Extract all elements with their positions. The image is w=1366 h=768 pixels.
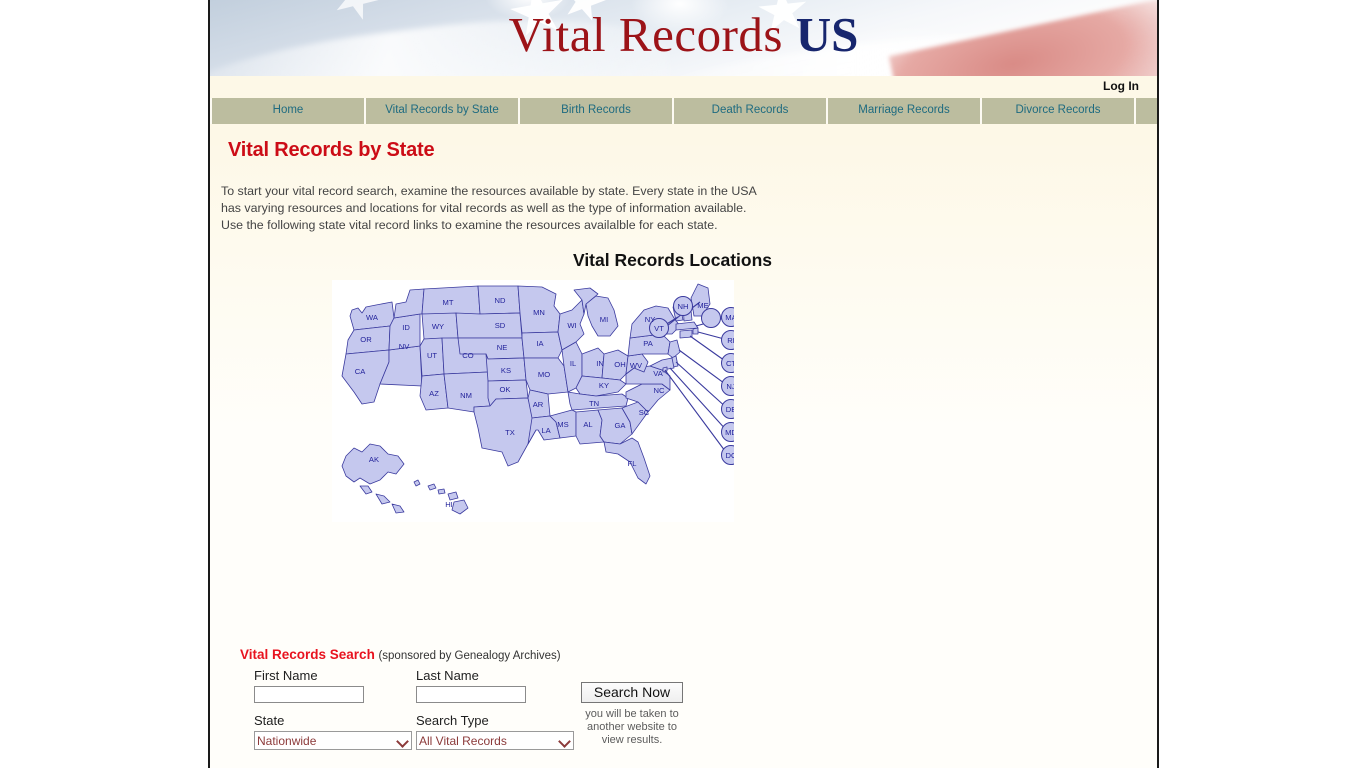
svg-text:IA: IA <box>536 339 544 348</box>
svg-text:DC: DC <box>726 451 734 460</box>
search-type-label: Search Type <box>416 713 489 728</box>
svg-text:MI: MI <box>600 315 608 324</box>
svg-text:FL: FL <box>628 459 637 468</box>
nav-item-birth-records[interactable]: Birth Records <box>520 98 674 124</box>
nav-item-marriage-records[interactable]: Marriage Records <box>828 98 982 124</box>
svg-text:PA: PA <box>643 339 654 348</box>
svg-text:KY: KY <box>599 381 609 390</box>
svg-text:NM: NM <box>460 391 472 400</box>
svg-text:NV: NV <box>399 342 410 351</box>
search-note-line-3: view results. <box>601 734 663 746</box>
search-now-button[interactable]: Search Now <box>581 682 683 703</box>
svg-text:MO: MO <box>538 370 550 379</box>
svg-text:WA: WA <box>366 313 379 322</box>
search-type-select-value: All Vital Records <box>419 733 507 748</box>
search-heading-row: Vital Records Search (sponsored by Genea… <box>240 647 670 662</box>
intro-line-2: has varying resources and locations for … <box>221 201 747 215</box>
svg-text:NH: NH <box>678 302 689 311</box>
nav-item-home[interactable]: Home <box>210 98 366 124</box>
svg-text:ME: ME <box>697 301 708 310</box>
svg-text:VT: VT <box>654 324 664 333</box>
svg-text:OH: OH <box>614 360 625 369</box>
svg-text:GA: GA <box>615 421 627 430</box>
svg-text:MT: MT <box>443 298 454 307</box>
chevron-down-icon <box>397 735 409 747</box>
search-type-select[interactable]: All Vital Records <box>416 731 574 750</box>
svg-text:LA: LA <box>541 426 551 435</box>
nav-item-death-records[interactable]: Death Records <box>674 98 828 124</box>
svg-text:TX: TX <box>505 428 515 437</box>
us-states-map[interactable]: WA OR ID MT ND MN WI MI NY ME VT NH MA R… <box>332 280 734 522</box>
login-bar: Log In <box>210 76 1157 98</box>
svg-text:WY: WY <box>432 322 444 331</box>
intro-line-3: Use the following state vital record lin… <box>221 218 718 232</box>
svg-text:OK: OK <box>500 385 511 394</box>
nav-item-divorce-records[interactable]: Divorce Records <box>982 98 1136 124</box>
search-note-line-2: another website to <box>587 721 677 733</box>
svg-text:ID: ID <box>402 323 410 332</box>
svg-text:SC: SC <box>639 408 650 417</box>
svg-text:CO: CO <box>462 351 473 360</box>
svg-text:MN: MN <box>533 308 545 317</box>
svg-text:ND: ND <box>495 296 506 305</box>
chevron-down-icon <box>559 735 571 747</box>
last-name-input[interactable] <box>416 686 526 703</box>
intro-line-1: To start your vital record search, exami… <box>221 184 757 198</box>
vital-records-search-widget: Vital Records Search (sponsored by Genea… <box>240 647 683 760</box>
svg-text:NJ: NJ <box>726 382 734 391</box>
nav-item-vital-records-by-state[interactable]: Vital Records by State <box>366 98 520 124</box>
svg-text:WI: WI <box>567 321 576 330</box>
site-logo[interactable]: Vital Records US <box>210 10 1157 59</box>
svg-text:AL: AL <box>583 420 592 429</box>
logo-suffix-text: US <box>795 7 859 62</box>
svg-text:MD: MD <box>725 428 734 437</box>
first-name-input[interactable] <box>254 686 364 703</box>
svg-text:TN: TN <box>589 399 599 408</box>
svg-text:CT: CT <box>726 359 734 368</box>
search-form: First Name Last Name State Nationwide Se… <box>240 668 683 760</box>
svg-text:AR: AR <box>533 400 544 409</box>
svg-text:AZ: AZ <box>429 389 439 398</box>
main-navigation: Home Vital Records by State Birth Record… <box>210 98 1157 124</box>
state-select-value: Nationwide <box>257 733 317 748</box>
search-note-line-1: you will be taken to <box>585 708 679 720</box>
svg-text:NE: NE <box>497 343 508 352</box>
svg-text:CA: CA <box>355 367 366 376</box>
svg-text:RI: RI <box>727 336 734 345</box>
svg-text:OR: OR <box>360 335 372 344</box>
first-name-label: First Name <box>254 668 318 683</box>
svg-text:AK: AK <box>369 455 379 464</box>
site-banner: Vital Records US <box>210 0 1157 76</box>
svg-text:HI: HI <box>445 500 453 509</box>
svg-text:IL: IL <box>570 359 576 368</box>
last-name-label: Last Name <box>416 668 479 683</box>
map-title: Vital Records Locations <box>572 250 773 270</box>
logo-primary-text: Vital Records <box>508 7 783 62</box>
svg-text:UT: UT <box>427 351 437 360</box>
svg-text:KS: KS <box>501 366 511 375</box>
login-link[interactable]: Log In <box>1103 79 1139 93</box>
search-sponsor: (sponsored by Genealogy Archives) <box>378 650 561 662</box>
svg-text:MS: MS <box>557 420 568 429</box>
svg-text:NY: NY <box>645 315 656 324</box>
page-title: Vital Records by State <box>228 139 435 161</box>
svg-text:SD: SD <box>495 321 506 330</box>
svg-text:DE: DE <box>726 405 734 414</box>
svg-text:VA: VA <box>653 369 664 378</box>
search-title: Vital Records Search <box>240 647 375 662</box>
svg-text:MA: MA <box>725 313 734 322</box>
page-content: Vital Records by State To start your vit… <box>210 139 1157 750</box>
search-disclaimer-note: you will be taken to another website to … <box>573 708 691 747</box>
nav-filler <box>1136 98 1157 124</box>
svg-text:IN: IN <box>596 359 604 368</box>
state-label: State <box>254 713 285 728</box>
svg-text:NC: NC <box>654 386 665 395</box>
intro-paragraph: To start your vital record search, exami… <box>221 183 1157 234</box>
site-page: Vital Records US Log In Home Vital Recor… <box>208 0 1159 768</box>
svg-text:WV: WV <box>630 361 643 370</box>
state-select[interactable]: Nationwide <box>254 731 412 750</box>
